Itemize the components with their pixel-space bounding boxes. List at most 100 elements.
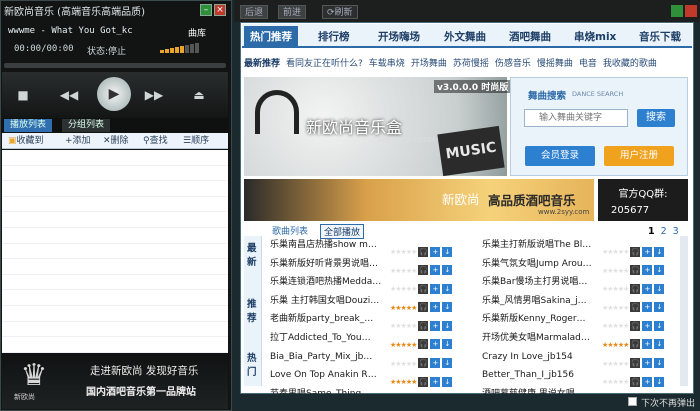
list-item[interactable] [2,197,228,213]
volume-meter[interactable] [160,42,220,53]
close-button[interactable]: × [214,4,226,16]
song-row[interactable]: Better_Than_I_jb156★★★★★ 🎧 + ↓ [482,366,678,387]
seek-bar[interactable] [4,63,226,68]
headphones-icon [255,90,299,134]
stop-icon: ■ [17,88,29,102]
song-row[interactable]: 乐巢新版好听背景男说唱…★★★★★ 🎧 + ↓ [270,255,478,276]
side-char: 热 [247,353,257,364]
add-button[interactable]: +添加 [65,135,91,147]
subnav-opening[interactable]: 开场舞曲 [411,59,447,69]
song-title[interactable]: Bia_Bia_Party_Mix_jb… [270,348,390,366]
subnav-friends[interactable]: 看同友正在听什么? [286,59,363,69]
song-title[interactable]: 乐巢 主打韩国女唱Douzi… [270,292,390,310]
song-title[interactable]: 乐巢主打新版说唱The Bl… [482,236,602,254]
eject-button[interactable]: ⏏ [188,86,210,104]
previous-button[interactable]: ◀◀ [58,86,80,104]
song-row[interactable]: 乐巢连锁酒吧热播Medda…★★★★★ 🎧 + ↓ [270,273,478,294]
subnav-car[interactable]: 车载串烧 [369,59,405,69]
song-title[interactable]: Love On Top Anakin R… [270,366,390,384]
favorite-to-button[interactable]: ▣收藏到 [8,135,44,147]
list-item[interactable] [2,150,228,166]
member-login-button[interactable]: 会员登录 [525,146,595,166]
hero-version: v3.0.0.0 时尚版 [434,80,512,93]
web-minimize-button[interactable] [671,5,683,17]
qq-label: 官方QQ群: [618,189,668,200]
song-row[interactable]: Crazy In Love_jb154★★★★★ 🎧 + ↓ [482,348,678,369]
delete-button[interactable]: ✕删除 [103,135,129,147]
list-item[interactable] [2,228,228,244]
side-char: 门 [247,367,257,378]
subnav-sad[interactable]: 伤感音乐 [495,59,531,69]
user-register-button[interactable]: 用户注册 [604,146,674,166]
play-button[interactable]: ▶ [97,77,131,111]
search-input[interactable]: 输入舞曲关键字 [524,109,628,127]
subnav-latest[interactable]: 最新推荐 [244,59,280,69]
song-row[interactable]: 乐巢新版Kenny_Roger…★★★★★ 🎧 + ↓ [482,310,678,331]
song-title[interactable]: 开场优美女唱Marmalad… [482,329,602,347]
list-item[interactable] [2,181,228,197]
subnav-slow[interactable]: 慢摇舞曲 [537,59,573,69]
list-item[interactable] [2,275,228,291]
list-item[interactable] [2,166,228,182]
list-item[interactable] [2,212,228,228]
eject-icon: ⏏ [193,88,205,102]
find-button[interactable]: ⚲查找 [143,135,168,147]
song-title[interactable]: 老曲新版party_break_… [270,310,390,328]
player-title: 新欧尚音乐 (高端音乐高端品质) [4,7,145,18]
song-row[interactable]: Love On Top Anakin R…★★★★★ 🎧 + ↓ [270,366,478,387]
web-close-button[interactable] [685,5,697,17]
list-item[interactable] [2,337,228,353]
song-title[interactable]: 乐巢_风情男唱Sakina_j… [482,292,602,310]
tab-playlist[interactable]: 播放列表 [4,119,53,132]
tab-opening[interactable]: 开场嗨场 [372,26,426,48]
tab-rankings[interactable]: 排行榜 [312,26,356,48]
list-item[interactable] [2,306,228,322]
song-row[interactable]: 拉丁Addicted_To_You…★★★★★ 🎧 + ↓ [270,329,478,350]
tab-hot-recommend[interactable]: 热门推荐 [244,26,298,48]
song-row[interactable]: 乐巢Bar慢场主打男说唱…★★★★★ 🎧 + ↓ [482,273,678,294]
song-title[interactable]: 乐巢连锁酒吧热播Medda… [270,273,390,291]
next-icon: ▶▶ [144,88,164,102]
song-title[interactable]: 乐巢新版好听背景男说唱… [270,255,390,273]
subnav-favorites[interactable]: 我收藏的歌曲 [603,59,657,69]
playlist[interactable] [2,150,228,353]
list-item[interactable] [2,259,228,275]
song-row[interactable]: 乐巢 主打韩国女唱Douzi…★★★★★ 🎧 + ↓ [270,292,478,313]
subnav-edm[interactable]: 电音 [579,59,597,69]
library-button[interactable]: 曲库 [188,26,206,39]
song-title[interactable]: 乐巢气氛女唱Jump Arou… [482,255,602,273]
song-title[interactable]: 乐巢南昌店热播show m… [270,236,390,254]
song-row[interactable]: 乐巢南昌店热播show m…★★★★★ 🎧 + ↓ [270,236,478,257]
song-row[interactable]: 乐巢_风情男唱Sakina_j…★★★★★ 🎧 + ↓ [482,292,678,313]
tab-group-list[interactable]: 分组列表 [62,119,111,132]
song-title[interactable]: Crazy In Love_jb154 [482,348,602,366]
order-button[interactable]: ☰顺序 [183,135,209,147]
dont-show-checkbox[interactable] [628,397,637,406]
song-list-scrollbar[interactable] [680,236,688,386]
song-row[interactable]: Bia_Bia_Party_Mix_jb…★★★★★ 🎧 + ↓ [270,348,478,369]
tab-mix[interactable]: 串烧mix [568,26,622,48]
song-title[interactable]: 乐巢新版Kenny_Roger… [482,310,602,328]
song-title[interactable]: 乐巢Bar慢场主打男说唱… [482,273,602,291]
tab-bar-dance[interactable]: 酒吧舞曲 [503,26,557,48]
song-title[interactable]: 拉丁Addicted_To_You… [270,329,390,347]
subnav-soho[interactable]: 苏荷慢摇 [453,59,489,69]
side-char: 荐 [247,313,257,324]
list-item[interactable] [2,244,228,260]
song-row[interactable]: 老曲新版party_break_…★★★★★ 🎧 + ↓ [270,310,478,331]
refresh-button[interactable]: ⟳刷新 [322,5,358,19]
stop-button[interactable]: ■ [12,86,34,104]
tab-download[interactable]: 音乐下载 [633,26,687,48]
song-row[interactable]: 乐巢主打新版说唱The Bl…★★★★★ 🎧 + ↓ [482,236,678,257]
back-button[interactable]: 后退 [240,5,269,19]
tab-foreign[interactable]: 外文舞曲 [438,26,492,48]
list-item[interactable] [2,290,228,306]
song-row[interactable]: 乐巢气氛女唱Jump Arou…★★★★★ 🎧 + ↓ [482,255,678,276]
next-button[interactable]: ▶▶ [143,86,165,104]
minimize-button[interactable]: – [200,4,212,16]
song-row[interactable]: 开场优美女唱Marmalad…★★★★★ 🎧 + ↓ [482,329,678,350]
forward-button[interactable]: 前进 [278,5,307,19]
search-button[interactable]: 搜索 [637,109,675,127]
song-title[interactable]: Better_Than_I_jb156 [482,366,602,384]
list-item[interactable] [2,322,228,338]
